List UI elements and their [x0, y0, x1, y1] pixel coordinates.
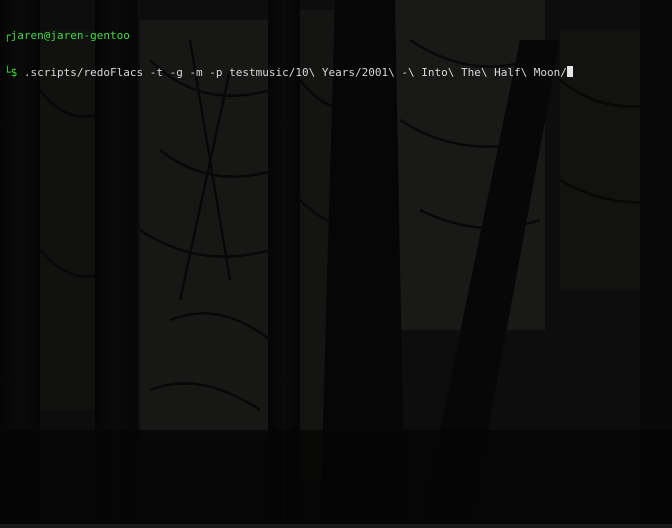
terminal-window[interactable]: ┌jaren@jaren-gentoo └$ .scripts/redoFlac… [0, 0, 672, 528]
window-bottom-edge [0, 524, 672, 528]
user-host-label: jaren@jaren-gentoo [10, 29, 130, 42]
prompt-symbol: $ [10, 66, 18, 79]
command-text[interactable]: .scripts/redoFlacs -t -g -m -p testmusic… [24, 66, 567, 79]
prompt-box-bottom: └ [4, 66, 11, 79]
block-cursor-icon [566, 66, 573, 77]
prompt-header-line: ┌jaren@jaren-gentoo [4, 30, 573, 42]
prompt-box-top: ┌ [4, 29, 11, 42]
command-line[interactable]: └$ .scripts/redoFlacs -t -g -m -p testmu… [4, 66, 573, 79]
terminal-output: ┌jaren@jaren-gentoo └$ .scripts/redoFlac… [4, 6, 573, 103]
